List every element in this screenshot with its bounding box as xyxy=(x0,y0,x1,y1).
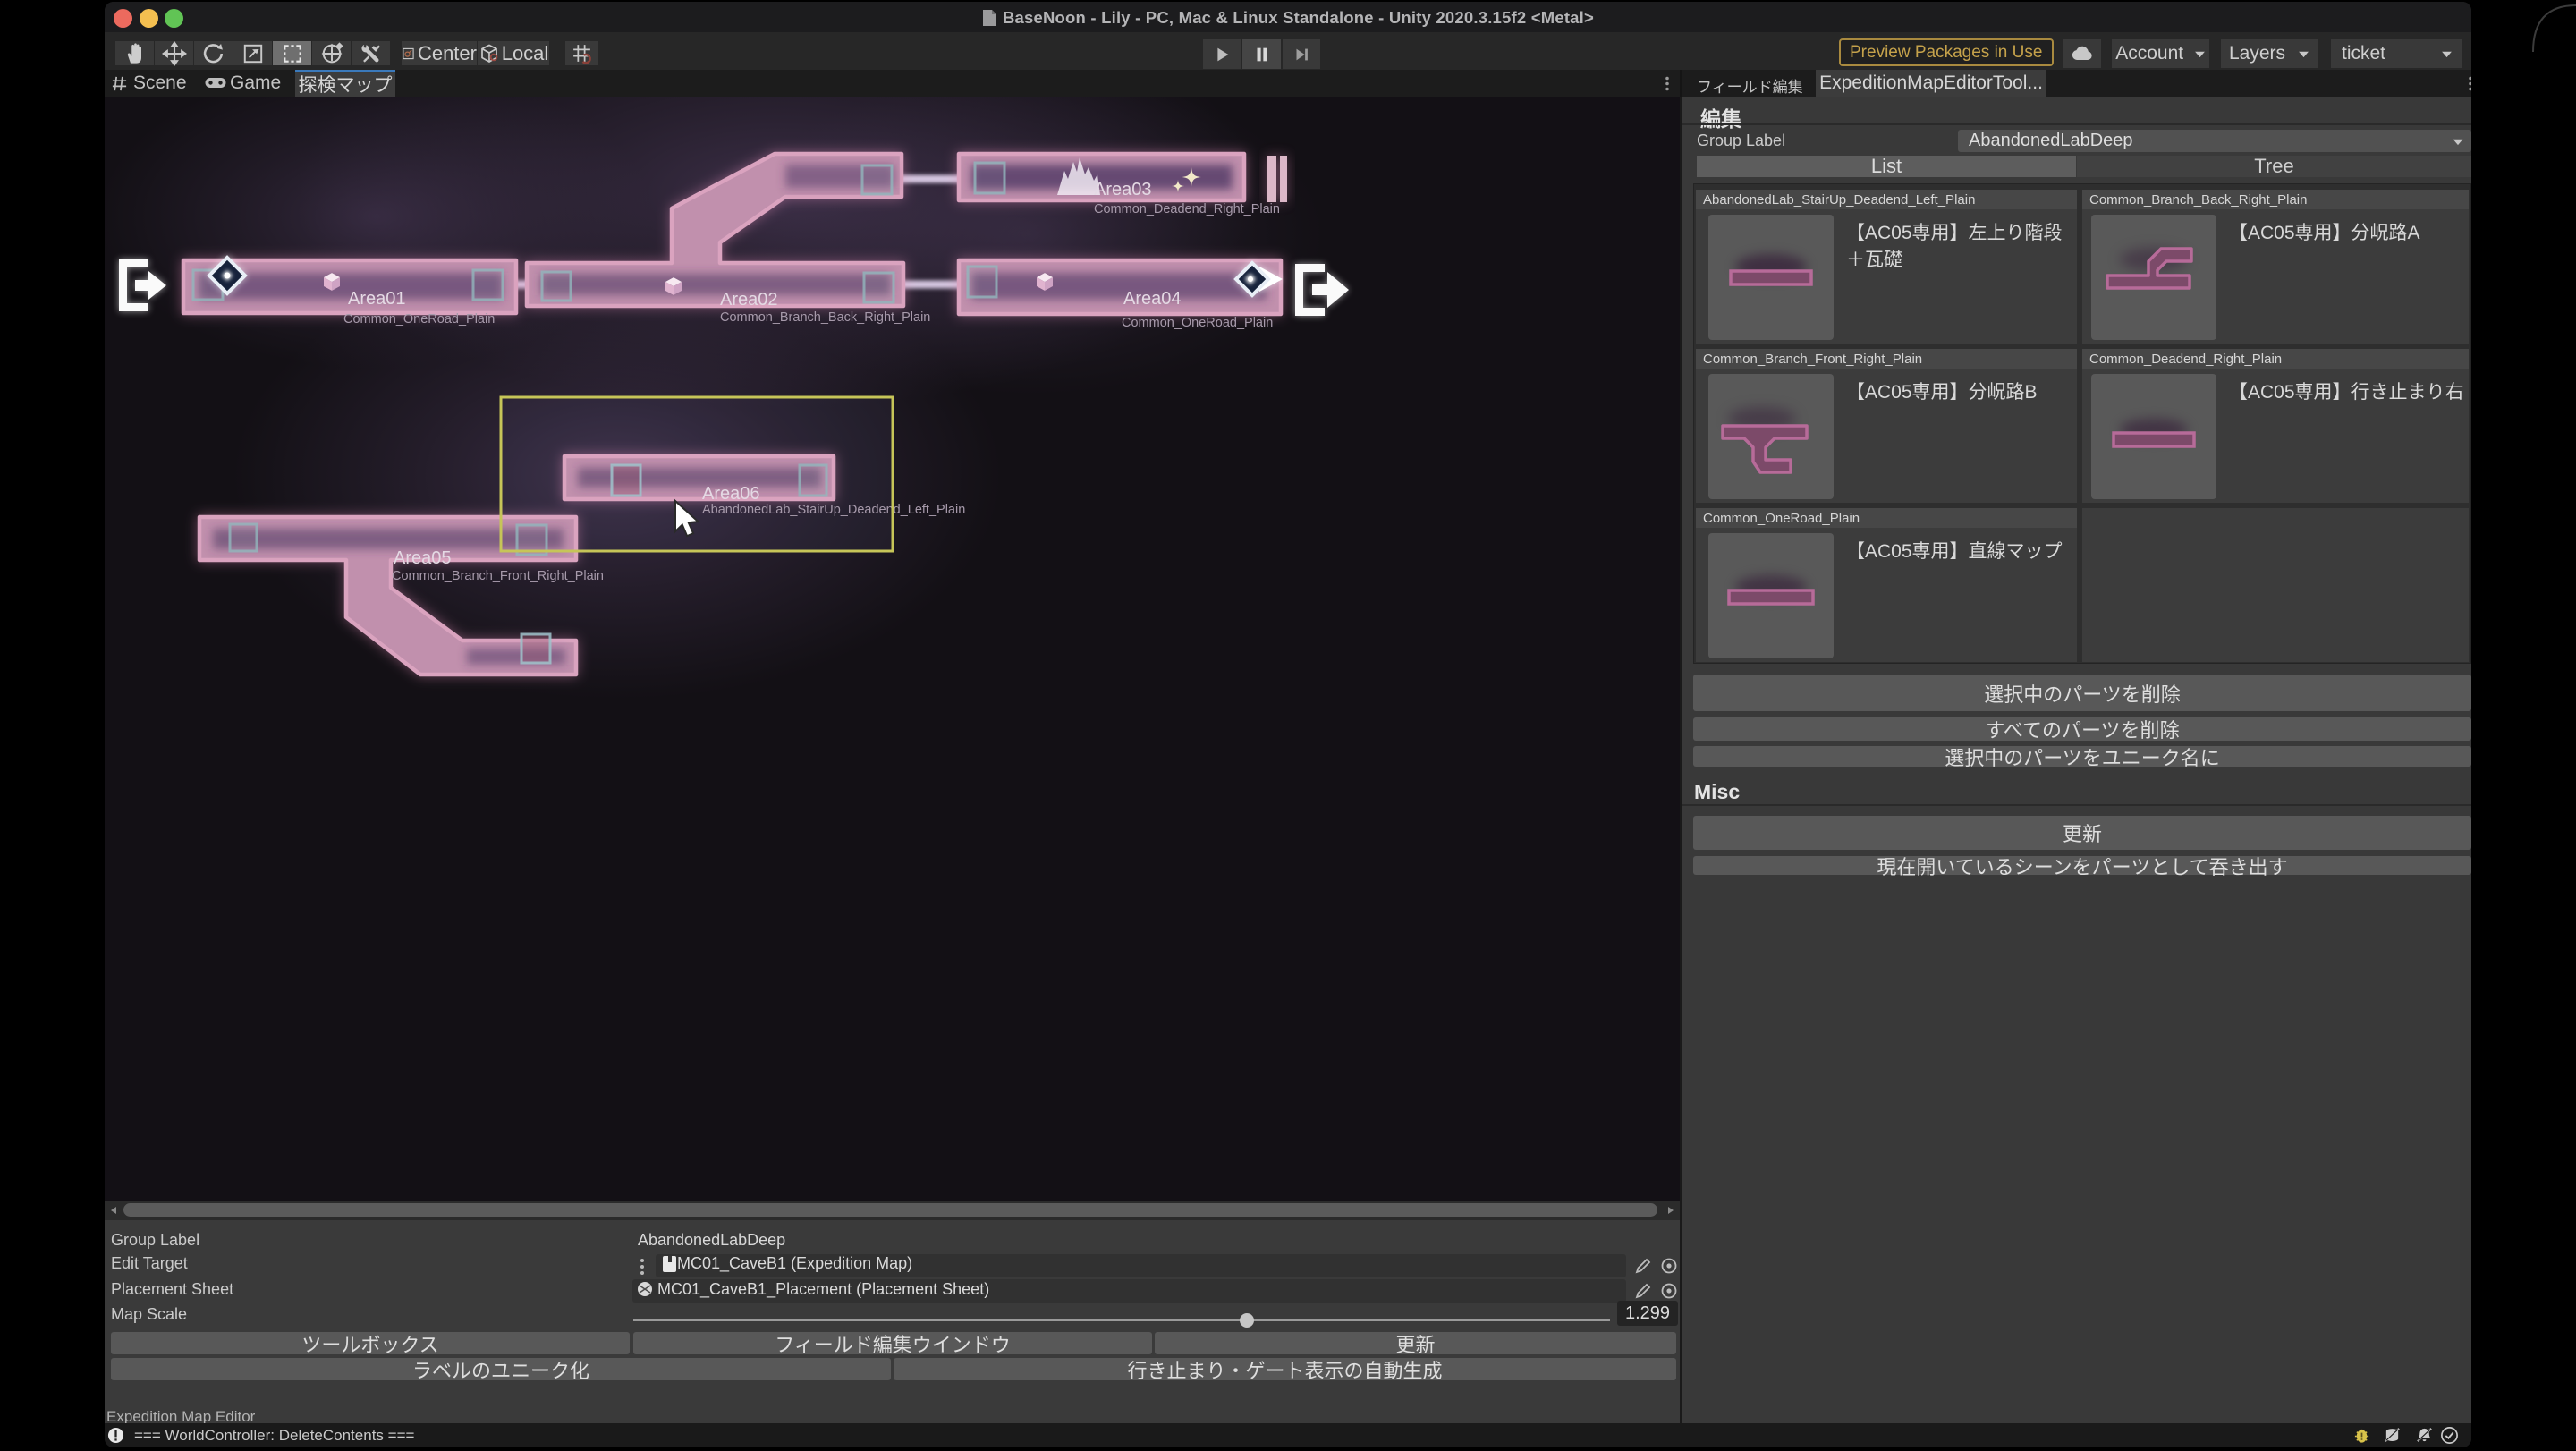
svg-text:Common_Branch_Front_Right_Plai: Common_Branch_Front_Right_Plain xyxy=(392,569,604,583)
svg-text:AbandonedLab_StairUp_Deadend_L: AbandonedLab_StairUp_Deadend_Left_Plain xyxy=(702,503,965,517)
svg-text:Common_Branch_Back_Right_Plain: Common_Branch_Back_Right_Plain xyxy=(720,310,930,325)
svg-text:Area05: Area05 xyxy=(394,548,452,568)
svg-text:Area01: Area01 xyxy=(348,289,406,309)
svg-text:Common_OneRoad_Plain: Common_OneRoad_Plain xyxy=(343,312,495,327)
svg-text:Area06: Area06 xyxy=(702,484,760,504)
svg-text:Common_OneRoad_Plain: Common_OneRoad_Plain xyxy=(1122,316,1273,330)
svg-text:Common_Deadend_Right_Plain: Common_Deadend_Right_Plain xyxy=(1094,202,1280,216)
svg-text:Area02: Area02 xyxy=(720,290,778,310)
svg-text:Area04: Area04 xyxy=(1123,289,1182,309)
svg-text:Area03: Area03 xyxy=(1094,180,1152,199)
